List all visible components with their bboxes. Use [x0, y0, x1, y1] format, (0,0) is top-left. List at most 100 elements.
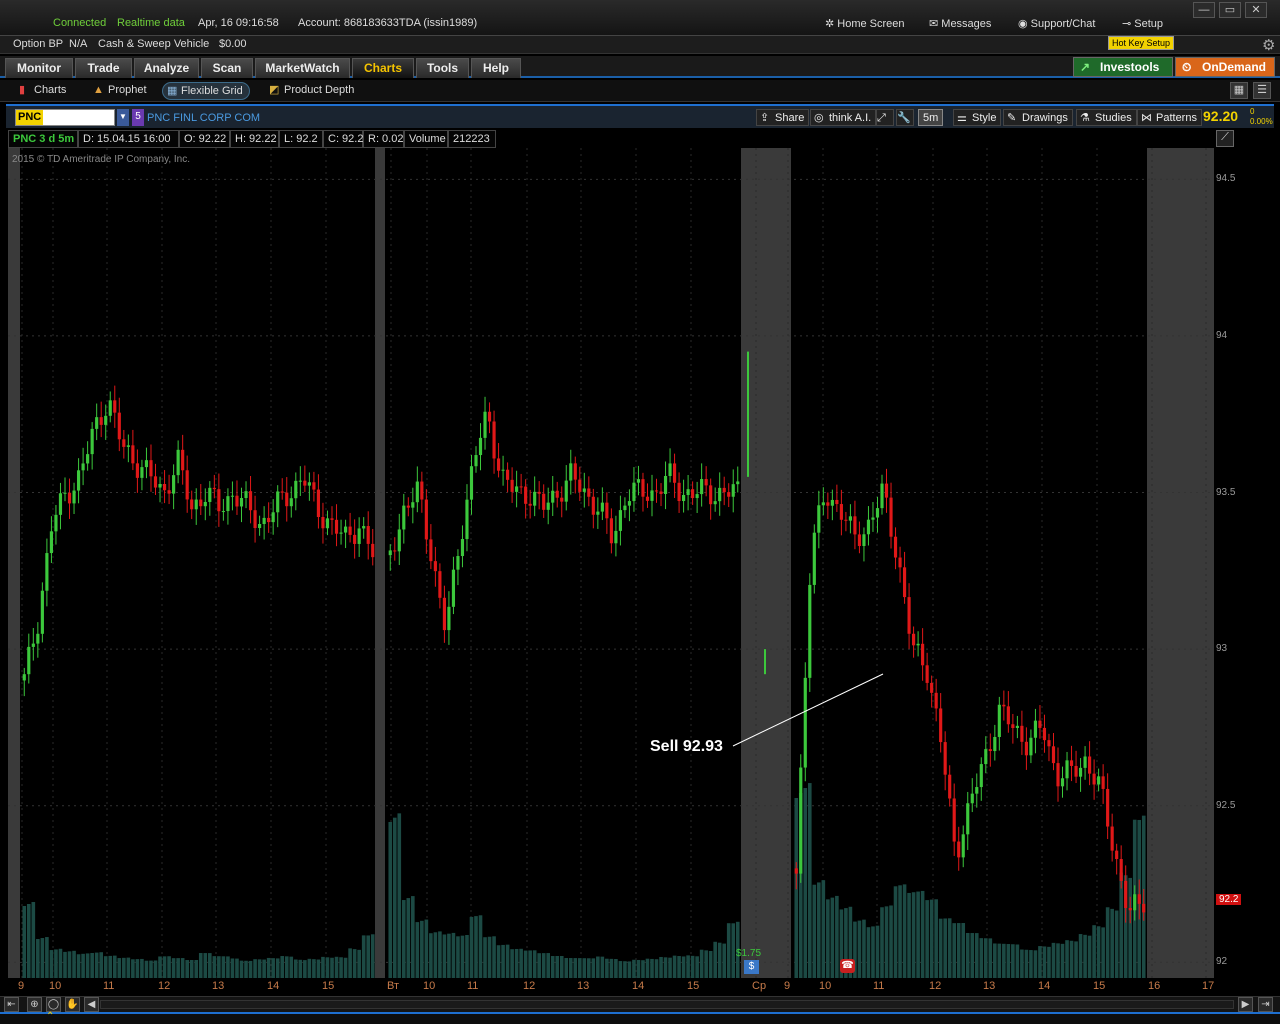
symbol-input[interactable]: PNC — [15, 109, 115, 126]
candle-body — [402, 505, 406, 530]
tab-charts[interactable]: Charts — [352, 58, 414, 78]
close-icon[interactable]: ✕ — [1245, 2, 1267, 18]
patterns-button[interactable]: ⋈ Patterns — [1137, 109, 1202, 126]
volume-bar — [947, 918, 952, 978]
magnifier-icon[interactable]: ◯ — [46, 997, 61, 1012]
volume-bar — [1047, 946, 1051, 978]
drawings-button[interactable]: ✎ Drawings — [1003, 109, 1073, 126]
candle-body — [578, 479, 582, 492]
earnings-icon[interactable]: ☎ — [840, 959, 855, 973]
volume-bar — [961, 923, 966, 978]
candle-body — [40, 590, 44, 634]
volume-bar — [239, 960, 244, 978]
expand-up-icon[interactable]: ⌃ — [46, 1011, 54, 1022]
share-button[interactable]: ⇪ Share — [756, 109, 810, 126]
volume-bar — [582, 958, 587, 978]
tab-analyze[interactable]: Analyze — [134, 58, 199, 78]
realtime-status: Realtime data — [117, 17, 185, 29]
account-selector[interactable]: Account: 868183633TDA (issin1989) — [298, 17, 477, 29]
candle-body — [984, 749, 988, 765]
time-tick-label: 13 — [577, 980, 590, 992]
maximize-icon[interactable]: ▭ — [1219, 2, 1241, 18]
zoom-in-icon[interactable]: ⊕ — [27, 997, 42, 1012]
link-group-badge[interactable]: 5 — [132, 109, 144, 126]
candle-body — [303, 480, 307, 486]
candle-body — [366, 526, 370, 544]
tab-help[interactable]: Help — [471, 58, 521, 78]
scroll-left-icon[interactable]: ◀ — [84, 997, 99, 1012]
volume-bar — [203, 953, 208, 978]
layout-grid-icon[interactable]: ▦ — [1230, 82, 1248, 99]
bar-close: C: 92.2 — [323, 130, 363, 148]
expand-right-icon[interactable]: ⇥ — [1258, 997, 1273, 1012]
setup-button[interactable]: ⊸ Setup — [1122, 17, 1163, 30]
hotkey-setup-button[interactable]: Hot Key Setup — [1108, 36, 1175, 50]
candle-body — [934, 692, 938, 709]
collapse-icon[interactable]: ⇤ — [4, 997, 19, 1012]
volume-bar — [366, 935, 371, 978]
volume-bar — [807, 783, 812, 978]
candle-body — [49, 531, 54, 554]
candle-body — [569, 463, 573, 481]
gear-icon[interactable]: ⚙ — [1262, 36, 1275, 54]
time-tick-label: 13 — [983, 980, 996, 992]
scroll-right-icon[interactable]: ▶ — [1238, 997, 1253, 1012]
trade-annotation[interactable]: Sell 92.93 — [650, 738, 723, 756]
candle-body — [285, 492, 289, 507]
time-tick-label: 10 — [423, 980, 436, 992]
tab-monitor[interactable]: Monitor — [5, 58, 73, 78]
subtab-charts[interactable]: ▮ Charts — [16, 82, 72, 100]
messages-button[interactable]: ✉ Messages — [929, 17, 991, 30]
volume-bar — [487, 936, 492, 978]
volume-bar — [519, 948, 523, 978]
tab-scan[interactable]: Scan — [201, 58, 253, 78]
candle-body — [135, 463, 139, 478]
volume-bar — [898, 885, 902, 978]
wrench-icon[interactable]: 🔧 — [896, 109, 914, 126]
candle-body — [524, 486, 528, 504]
volume-bar — [112, 955, 117, 978]
volume-bar — [573, 958, 578, 978]
subtab-product-depth[interactable]: ◩ Product Depth — [266, 82, 360, 100]
think-ai-button[interactable]: ◎ think A.I. — [810, 109, 877, 126]
bar-low: L: 92.2 — [279, 130, 323, 148]
aggregation-selector[interactable]: 5m — [918, 109, 944, 126]
volume-bar — [537, 953, 541, 978]
volume-bar — [171, 958, 176, 978]
volume-bar — [550, 956, 555, 978]
volume-bar — [875, 925, 880, 978]
volume-bar — [1011, 944, 1015, 978]
subtab-flexible-grid[interactable]: ▦ Flexible Grid — [162, 82, 250, 100]
pan-hand-icon[interactable]: ✋ — [65, 997, 80, 1012]
dividend-icon[interactable]: $ — [744, 960, 759, 974]
symbol-dropdown-icon[interactable]: ▼ — [117, 109, 129, 126]
candle-body — [573, 463, 577, 480]
style-button[interactable]: ⚌ Style — [953, 109, 1002, 126]
layout-list-icon[interactable]: ☰ — [1253, 82, 1271, 99]
minimize-icon[interactable]: — — [1193, 2, 1215, 18]
investools-button[interactable]: ↗ Investools — [1073, 57, 1173, 77]
volume-bar — [153, 960, 158, 978]
volume-bar — [370, 934, 375, 978]
time-tick-label: 11 — [873, 980, 885, 992]
support-chat-button[interactable]: ◉ Support/Chat — [1018, 17, 1095, 30]
chart-settings-icon[interactable]: ⟋ — [1216, 130, 1234, 147]
expand-icon[interactable]: ⤢ — [876, 109, 894, 126]
subtab-prophet[interactable]: ▲ Prophet — [90, 82, 153, 100]
horizontal-scrollbar[interactable] — [100, 1000, 1234, 1009]
chart-canvas[interactable] — [8, 148, 1214, 978]
candle-body — [659, 491, 663, 494]
volume-bar — [63, 951, 67, 978]
chart-title: PNC 3 d 5m — [8, 130, 78, 148]
tab-trade[interactable]: Trade — [75, 58, 132, 78]
ondemand-button[interactable]: ⏲ OnDemand — [1175, 57, 1275, 77]
price-chart[interactable]: 2015 © TD Ameritrade IP Company, Inc. Se… — [8, 148, 1214, 978]
volume-bar — [321, 956, 325, 978]
volume-bar — [312, 959, 316, 978]
tab-marketwatch[interactable]: MarketWatch — [255, 58, 350, 78]
candle-body — [149, 460, 153, 477]
candle-body — [916, 643, 920, 646]
studies-button[interactable]: ⚗ Studies — [1076, 109, 1137, 126]
home-screen-button[interactable]: ✲ Home Screen — [825, 17, 905, 30]
tab-tools[interactable]: Tools — [416, 58, 469, 78]
